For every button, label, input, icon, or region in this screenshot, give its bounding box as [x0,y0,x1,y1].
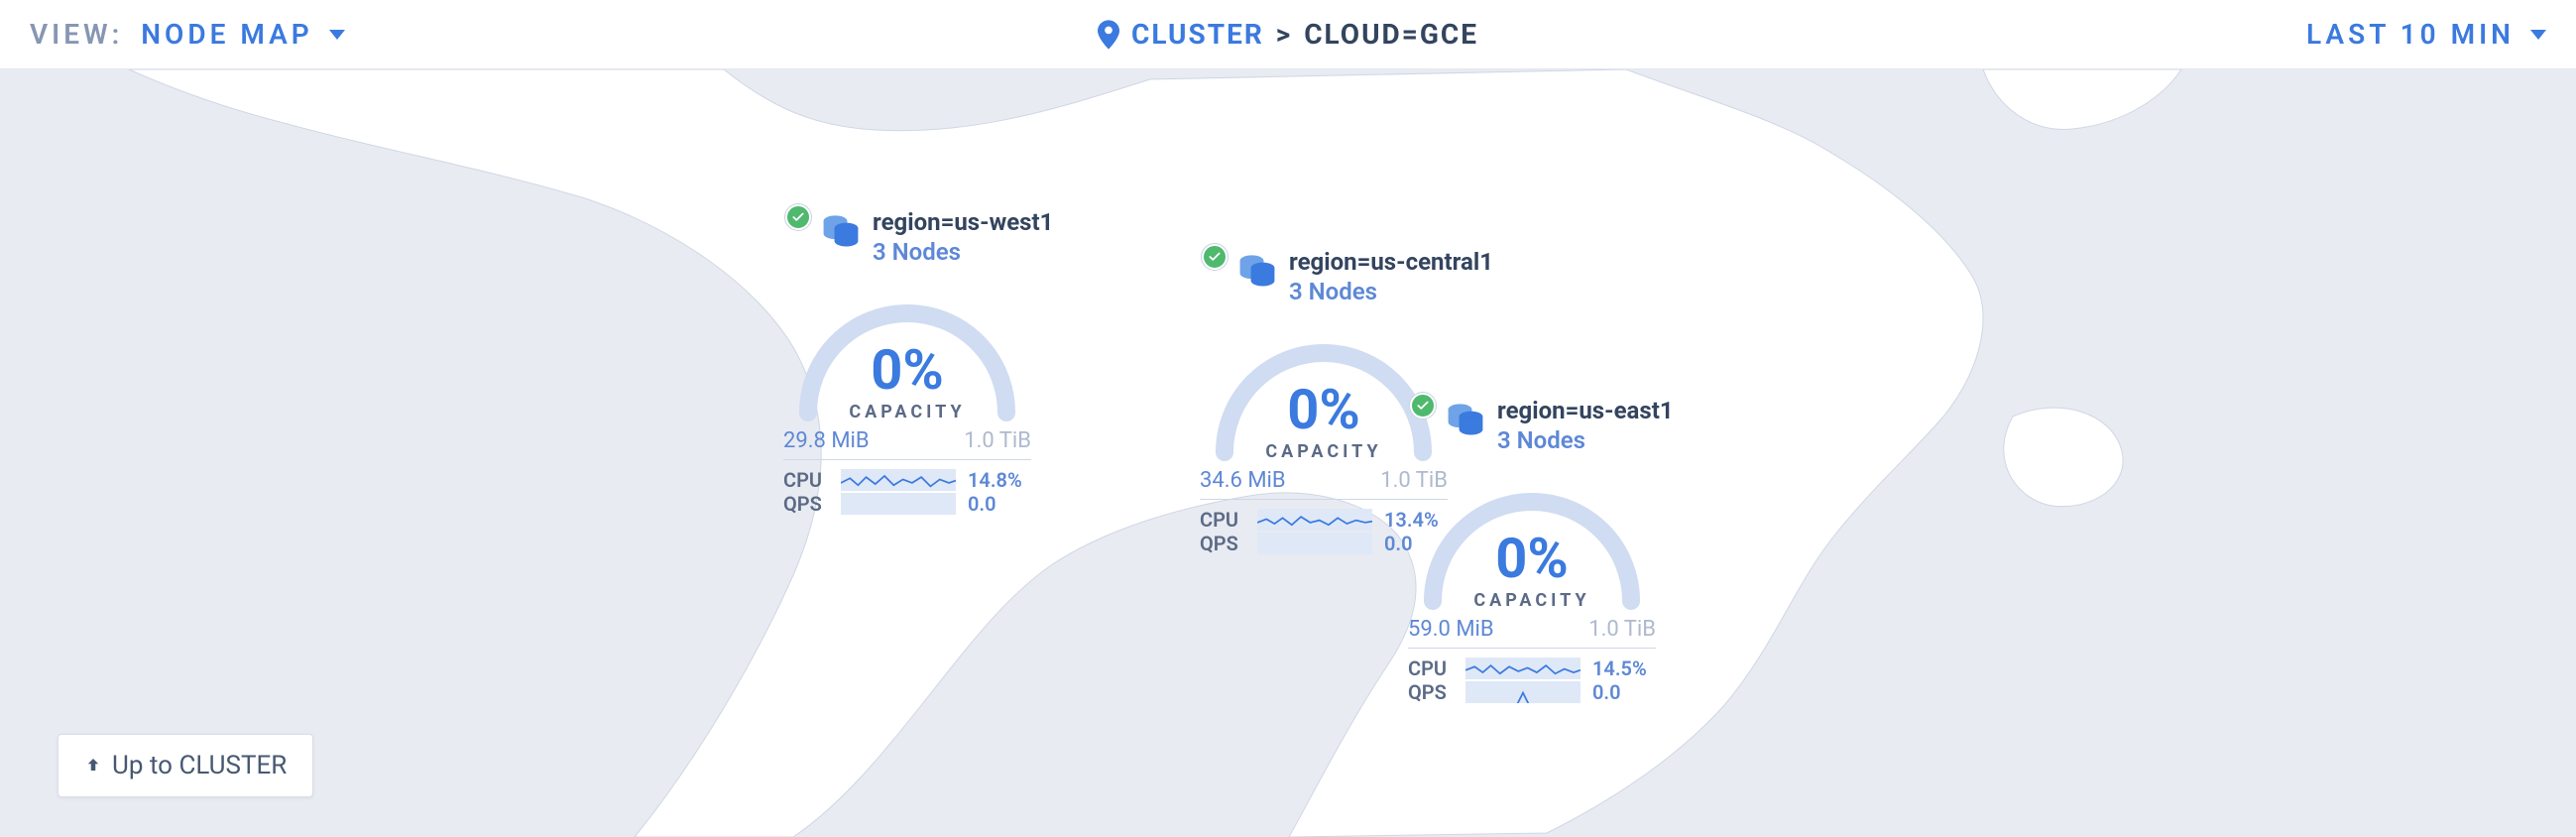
qps-label: QPS [1200,532,1245,555]
cpu-value: 14.5% [1592,657,1656,680]
divider [1408,648,1656,649]
qps-metric: QPS 0.0 [1408,680,1656,704]
qps-value: 0.0 [1592,680,1656,704]
cpu-sparkline [841,469,956,491]
up-to-cluster-button[interactable]: Up to CLUSTER [58,734,313,797]
view-dropdown-value: NODE MAP [141,18,313,51]
cpu-label: CPU [1200,508,1245,532]
database-icon [1235,248,1279,292]
arrow-up-icon [84,751,102,780]
qps-label: QPS [783,492,829,516]
qps-sparkline [1465,681,1581,703]
node-count-label: 3 Nodes [873,238,1053,266]
capacity-label: CAPACITY [1473,590,1589,611]
capacity-gauge: 0% CAPACITY [783,274,1031,422]
status-ok-icon [785,204,811,230]
cpu-sparkline [1465,658,1581,679]
pin-icon [1098,20,1119,50]
node-count-label: 3 Nodes [1289,278,1493,305]
database-icon [819,208,863,252]
capacity-total: 1.0 TiB [1588,617,1656,642]
node-region-label: region=us-east1 [1497,397,1674,424]
qps-value: 0.0 [968,492,1031,516]
view-label: VIEW: [30,18,123,51]
node-card-us-west1[interactable]: region=us-west1 3 Nodes 0% CAPACITY 29.8… [783,208,1053,516]
node-region-label: region=us-central1 [1289,248,1493,276]
capacity-percent: 0% [871,342,944,398]
time-range-label: LAST 10 MIN [2306,18,2515,51]
divider [783,459,1031,460]
chevron-down-icon [329,30,345,40]
capacity-values: 59.0 MiB 1.0 TiB [1408,617,1656,642]
view-dropdown[interactable]: NODE MAP [141,18,345,51]
qps-sparkline [841,493,956,515]
topbar: VIEW: NODE MAP CLUSTER > CLOUD=GCE LAST … [0,0,2576,69]
cpu-value: 14.8% [968,468,1031,492]
status-ok-icon [1202,244,1228,270]
cpu-metric: CPU 14.8% [783,468,1031,492]
chevron-down-icon [2530,30,2546,40]
status-ok-icon [1410,393,1436,418]
cpu-label: CPU [783,468,829,492]
capacity-used: 34.6 MiB [1200,468,1286,493]
capacity-percent: 0% [1495,531,1569,586]
breadcrumb-sep: > [1276,18,1292,51]
node-map[interactable]: region=us-west1 3 Nodes 0% CAPACITY 29.8… [0,69,2576,837]
capacity-percent: 0% [1287,382,1360,437]
cpu-label: CPU [1408,657,1454,680]
capacity-total: 1.0 TiB [964,428,1031,453]
up-to-cluster-label: Up to CLUSTER [112,751,287,780]
cpu-sparkline [1257,509,1372,531]
database-icon [1444,397,1487,440]
qps-sparkline [1257,533,1372,554]
cpu-metric: CPU 14.5% [1408,657,1656,680]
breadcrumb-current: CLOUD=GCE [1304,18,1478,51]
qps-label: QPS [1408,680,1454,704]
node-count-label: 3 Nodes [1497,426,1674,454]
time-range-dropdown[interactable]: LAST 10 MIN [2306,18,2546,51]
capacity-label: CAPACITY [849,402,965,422]
capacity-used: 29.8 MiB [783,428,870,453]
capacity-label: CAPACITY [1265,441,1381,462]
node-card-us-east1[interactable]: region=us-east1 3 Nodes 0% CAPACITY 59.0… [1408,397,1674,704]
capacity-used: 59.0 MiB [1408,617,1494,642]
capacity-values: 29.8 MiB 1.0 TiB [783,428,1031,453]
qps-metric: QPS 0.0 [783,492,1031,516]
breadcrumb: CLUSTER > CLOUD=GCE [1098,18,1478,51]
view-selector-group: VIEW: NODE MAP [30,18,345,51]
node-region-label: region=us-west1 [873,208,1053,236]
breadcrumb-cluster-link[interactable]: CLUSTER [1131,18,1264,51]
capacity-gauge: 0% CAPACITY [1408,462,1656,611]
